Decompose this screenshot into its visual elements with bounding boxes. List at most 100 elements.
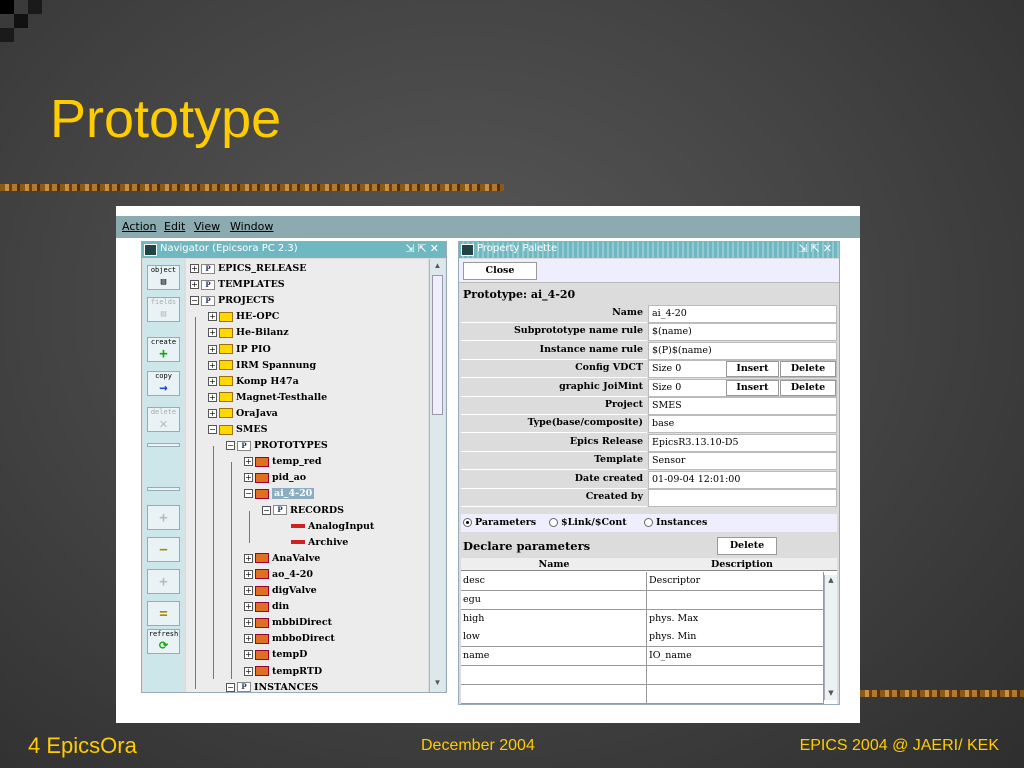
expand-all-button[interactable]: + (147, 569, 180, 594)
tree-node[interactable]: + tempD (244, 648, 307, 662)
tree-node[interactable]: − P PROTOTYPES (226, 439, 328, 453)
expand-node-icon[interactable]: + (244, 457, 253, 467)
expand-node-icon[interactable]: + (208, 360, 217, 370)
expand-node-icon[interactable]: + (190, 280, 199, 290)
property-value[interactable]: base (648, 415, 837, 434)
scroll-thumb[interactable] (432, 275, 443, 415)
tree-node[interactable]: + digValve (244, 584, 317, 598)
window-controls[interactable]: ⇲⇱✕ (405, 242, 442, 255)
collapse-node-icon[interactable]: − (226, 682, 235, 692)
copy-button[interactable]: copy → (147, 371, 180, 396)
radio-parameters[interactable]: Parameters (463, 517, 536, 528)
delete-button[interactable]: Delete (780, 361, 836, 378)
delete-tool-button[interactable]: delete ✕ (147, 407, 180, 432)
table-scrollbar[interactable]: ▲ ▼ (824, 575, 837, 700)
tree-node[interactable]: + IP PIO (208, 343, 271, 357)
param-description-cell[interactable] (647, 684, 824, 704)
tree-node[interactable]: Archive (280, 536, 348, 550)
collapse-node-icon[interactable]: − (244, 489, 253, 499)
expand-node-icon[interactable]: + (190, 264, 199, 273)
tree-node[interactable]: + tempRTD (244, 665, 322, 679)
collapse-node-icon[interactable]: − (226, 441, 235, 451)
tree-node[interactable]: − SMES (208, 423, 267, 437)
close-button[interactable]: Close (463, 262, 537, 280)
param-description-cell[interactable]: Descriptor (647, 572, 824, 591)
scroll-down-icon[interactable]: ▼ (826, 689, 836, 699)
tree-node[interactable]: + IRM Spannung (208, 359, 316, 373)
expand-node-icon[interactable]: + (208, 312, 217, 322)
expand-node-icon[interactable]: + (244, 553, 253, 563)
param-name-cell[interactable] (461, 666, 647, 685)
object-tool-button[interactable]: object ▤ (147, 265, 180, 290)
tree-node[interactable]: − P PROJECTS (190, 294, 275, 308)
tree-node[interactable]: + P EPICS_RELEASE (190, 262, 307, 276)
expand-button[interactable]: + (147, 505, 180, 530)
property-value[interactable] (648, 489, 837, 507)
collapse-node-icon[interactable]: − (190, 296, 199, 306)
collapse-button[interactable]: − (147, 537, 180, 562)
delete-button[interactable]: Delete (780, 379, 836, 396)
tree-node[interactable]: + din (244, 600, 289, 614)
tree-node[interactable]: AnalogInput (280, 520, 374, 534)
param-name-cell[interactable]: name (461, 647, 647, 667)
expand-node-icon[interactable]: + (244, 650, 253, 660)
property-value[interactable]: Size 0 Insert Delete (648, 378, 837, 397)
property-value[interactable]: 01-09-04 12:01:00 (648, 470, 837, 489)
tree-node[interactable]: + Komp H47a (208, 375, 299, 389)
declare-delete-button[interactable]: Delete (717, 537, 777, 555)
expand-node-icon[interactable]: + (208, 328, 217, 338)
tree-node[interactable]: + OraJava (208, 407, 278, 421)
insert-button[interactable]: Insert (726, 379, 779, 396)
expand-node-icon[interactable]: + (208, 392, 217, 402)
tree-node[interactable]: + He-Bilanz (208, 326, 289, 340)
tree-node[interactable]: − P INSTANCES (226, 681, 318, 692)
tree-node[interactable]: + AnaValve (244, 552, 320, 566)
radio-links[interactable]: $Link/$Cont (549, 517, 627, 528)
param-description-cell[interactable]: IO_name (647, 647, 824, 667)
property-value[interactable]: EpicsR3.13.10-D5 (648, 433, 837, 452)
expand-node-icon[interactable]: + (244, 602, 253, 612)
tree-node[interactable]: + P TEMPLATES (190, 278, 285, 292)
tree-node[interactable]: + mbboDirect (244, 632, 335, 646)
scroll-up-icon[interactable]: ▲ (826, 576, 836, 586)
expand-node-icon[interactable]: + (244, 473, 253, 483)
collapse-node-icon[interactable]: − (262, 505, 271, 515)
tree-node[interactable]: − P RECORDS (262, 504, 344, 518)
expand-node-icon[interactable]: + (244, 618, 253, 628)
expand-node-icon[interactable]: + (244, 569, 253, 579)
param-description-cell[interactable]: phys. Max (647, 609, 824, 629)
fields-tool-button[interactable]: fields ▤ (147, 297, 180, 322)
param-name-cell[interactable]: high (461, 609, 647, 629)
expand-node-icon[interactable]: + (208, 344, 217, 354)
collapse-all-button[interactable]: = (147, 601, 180, 626)
menu-window[interactable]: Window (230, 220, 273, 233)
tree-node[interactable]: + pid_ao (244, 471, 306, 485)
menu-action[interactable]: Action (122, 220, 156, 233)
expand-node-icon[interactable]: + (208, 376, 217, 386)
param-description-cell[interactable] (647, 590, 824, 610)
property-value[interactable]: $(name) (648, 323, 837, 342)
expand-node-icon[interactable]: + (244, 666, 253, 676)
expand-node-icon[interactable]: + (208, 408, 217, 418)
refresh-button[interactable]: refresh ⟳ (147, 629, 180, 654)
radio-instances[interactable]: Instances (644, 517, 707, 528)
tree-node[interactable]: + temp_red (244, 455, 322, 469)
collapse-node-icon[interactable]: − (208, 425, 217, 434)
tree-node[interactable]: + Magnet-Testhalle (208, 391, 327, 405)
menu-edit[interactable]: Edit (164, 220, 185, 233)
param-name-cell[interactable]: egu (461, 590, 647, 610)
tree-node[interactable]: − ai_4-20 (244, 487, 315, 501)
tree-node[interactable]: + mbbiDirect (244, 616, 332, 630)
param-description-cell[interactable]: phys. Min (647, 628, 824, 648)
param-name-cell[interactable]: desc (461, 572, 647, 591)
expand-node-icon[interactable]: + (244, 586, 253, 595)
navigator-scrollbar[interactable]: ▲ ▼ (429, 259, 445, 692)
param-name-cell[interactable]: low (461, 628, 647, 648)
property-value[interactable]: SMES (648, 397, 837, 415)
insert-button[interactable]: Insert (726, 361, 779, 378)
property-value[interactable]: Sensor (648, 452, 837, 471)
param-name-cell[interactable] (461, 684, 647, 704)
create-button[interactable]: create + (147, 337, 180, 362)
property-value[interactable]: ai_4-20 (648, 305, 837, 323)
column-header-description[interactable]: Description (647, 558, 837, 571)
